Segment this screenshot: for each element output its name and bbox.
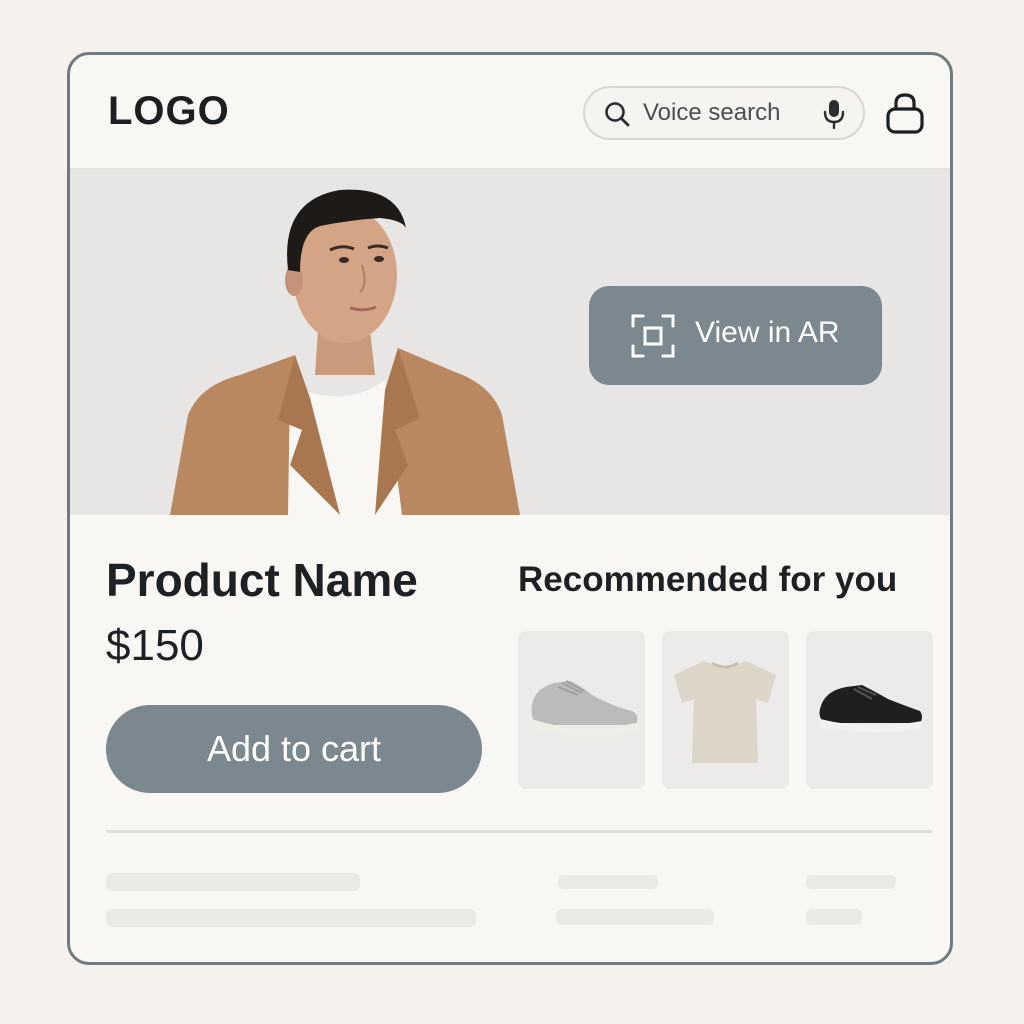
skeleton-line: [106, 873, 360, 891]
recommended-item-black-sneaker[interactable]: [806, 631, 933, 789]
section-divider: [106, 830, 932, 833]
view-in-ar-label: View in AR: [695, 316, 840, 349]
microphone-icon[interactable]: [821, 98, 847, 130]
recommended-item-beige-tshirt[interactable]: [662, 631, 789, 789]
logo[interactable]: LOGO: [108, 89, 230, 134]
search-icon: [605, 102, 630, 127]
skeleton-line: [558, 875, 658, 889]
app-frame: LOGO Voice search View in AR Product Nam…: [67, 52, 953, 965]
ar-scan-icon: [631, 314, 675, 358]
voice-search-bar[interactable]: [583, 86, 865, 140]
search-input[interactable]: [643, 96, 813, 130]
view-in-ar-button[interactable]: View in AR: [589, 286, 882, 385]
recommended-item-gray-sneaker[interactable]: [518, 631, 645, 789]
add-to-cart-button[interactable]: Add to cart: [106, 705, 482, 793]
recommended-title: Recommended for you: [518, 560, 898, 599]
skeleton-line: [556, 909, 714, 925]
skeleton-line: [106, 909, 476, 927]
shopping-bag-icon[interactable]: [884, 91, 926, 135]
header: LOGO: [70, 55, 950, 170]
skeleton-line: [806, 909, 862, 925]
skeleton-line: [806, 875, 896, 889]
product-name: Product Name: [106, 554, 418, 606]
beige-tshirt-image: [674, 661, 776, 763]
product-price: $150: [106, 621, 204, 670]
model-photo: [170, 189, 520, 515]
hero-banner: View in AR: [70, 170, 950, 515]
gray-sneaker-image: [531, 680, 638, 737]
black-sneaker-image: [819, 685, 922, 733]
